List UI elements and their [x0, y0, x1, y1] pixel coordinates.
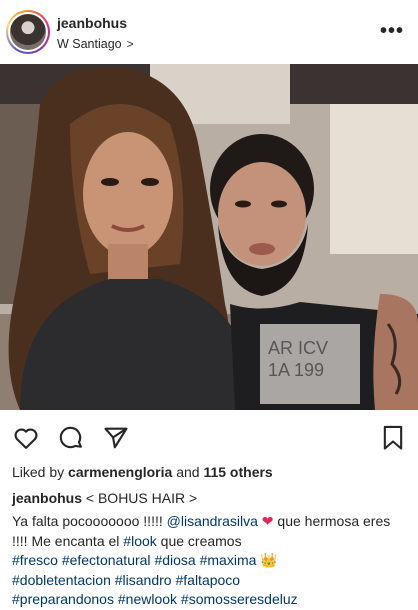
hashtag-link[interactable]: #faltapoco [175, 572, 240, 588]
post-photo[interactable]: AR ICV 1A 199 [0, 64, 418, 410]
instagram-post: jeanbohus W Santiago > ••• AR ICV 1A 199… [0, 0, 418, 610]
caption-header: jeanbohus < BOHUS HAIR > [12, 490, 197, 506]
svg-text:AR ICV: AR ICV [268, 338, 328, 358]
caption-text: Ya falta pocooooooo !!!!! @lisandrasilva… [12, 513, 391, 607]
location-link[interactable]: W Santiago > [57, 37, 134, 51]
hashtag-link[interactable]: #diosa [154, 552, 195, 568]
hashtag-link[interactable]: #lisandro [115, 572, 172, 588]
avatar-story-ring[interactable] [6, 10, 50, 54]
hashtag-link[interactable]: #efectonatural [62, 552, 151, 568]
paper-plane-icon[interactable] [102, 424, 130, 452]
bookmark-icon[interactable] [380, 424, 406, 452]
caption-headline: < BOHUS HAIR > [85, 490, 198, 506]
hashtag-link[interactable]: #somosseresdeluz [181, 591, 298, 607]
hashtag-link[interactable]: #newlook [118, 591, 177, 607]
more-options-button[interactable]: ••• [380, 20, 404, 43]
action-bar [0, 418, 418, 458]
svg-text:1A 199: 1A 199 [268, 360, 324, 380]
photo-illustration: AR ICV 1A 199 [0, 64, 418, 410]
hashtag-link[interactable]: #fresco [12, 552, 58, 568]
avatar[interactable] [10, 14, 46, 50]
liked-by-user-link[interactable]: carmenengloria [68, 464, 172, 480]
heart-outline-icon[interactable] [12, 424, 40, 452]
username-link[interactable]: jeanbohus [57, 15, 127, 31]
likes-summary: Liked by carmenengloria and 115 others [12, 464, 273, 480]
hashtag-link[interactable]: #maxima [200, 552, 257, 568]
crown-emoji-icon: 👑 [260, 552, 278, 568]
hashtag-link[interactable]: #preparandonos [12, 591, 114, 607]
caption-username-link[interactable]: jeanbohus [12, 490, 82, 506]
heart-emoji-icon: ❤ [261, 513, 274, 529]
hashtag-link[interactable]: #dobletentacion [12, 572, 111, 588]
hashtag-link[interactable]: #look [123, 533, 156, 549]
chevron-right-icon: > [126, 37, 134, 51]
comment-icon[interactable] [57, 424, 85, 452]
mention-link[interactable]: @lisandrasilva [167, 513, 258, 529]
likes-count-link[interactable]: 115 others [203, 464, 272, 480]
location-label: W Santiago [57, 37, 122, 51]
post-header: jeanbohus W Santiago > ••• [0, 0, 418, 64]
